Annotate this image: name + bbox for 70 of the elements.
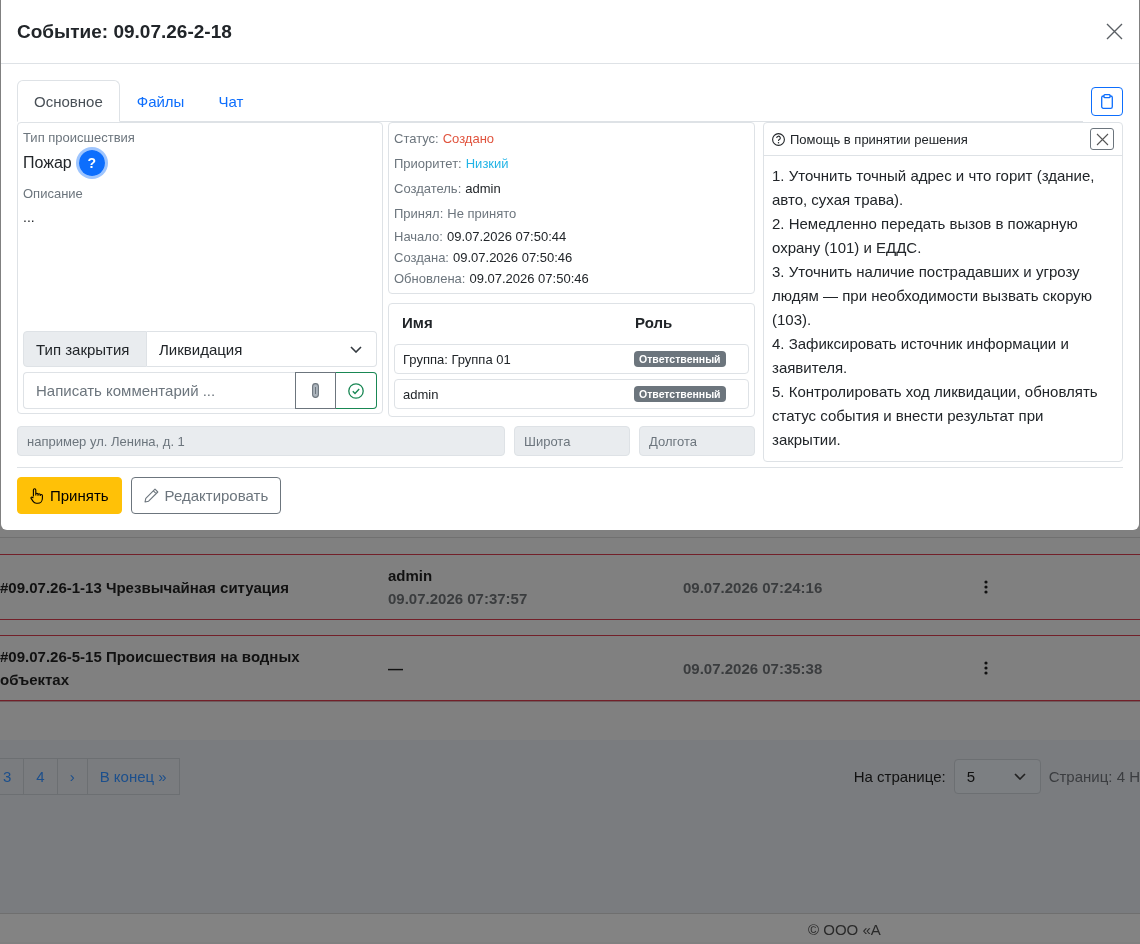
- field-label: Приоритет:: [394, 155, 462, 173]
- pencil-icon: [143, 488, 159, 503]
- more-options-icon[interactable]: [984, 661, 988, 675]
- field-value: Не принято: [447, 205, 517, 223]
- role-badge: Ответственный: [634, 351, 726, 367]
- clipboard-button[interactable]: [1091, 87, 1123, 116]
- field-value: 09.07.2026 07:50:46: [469, 270, 589, 288]
- closing-type-select[interactable]: Ликвидация: [147, 331, 377, 367]
- chevron-down-icon: [1013, 773, 1026, 780]
- submit-button[interactable]: [336, 372, 377, 409]
- close-icon: [1106, 23, 1123, 40]
- paperclip-icon: [312, 383, 319, 398]
- column-header: Имя: [402, 313, 434, 331]
- field-label: Создатель:: [394, 180, 462, 198]
- field-label: Принял:: [394, 205, 444, 223]
- close-icon: [1095, 132, 1109, 146]
- field-label: Создана:: [394, 249, 449, 267]
- event-time: 09.07.2026 07:24:16: [683, 578, 824, 596]
- tab[interactable]: Чат: [201, 80, 261, 122]
- accept-button[interactable]: Принять: [17, 477, 122, 514]
- modal-title: Событие: 09.07.26-2-18: [17, 20, 232, 43]
- accepted-by: admin: [388, 566, 434, 586]
- help-step: 3. Уточнить наличие пострадавших и угрозу людям — при необходимости вызвать скорую (103).: [772, 260, 1114, 332]
- column-header: Роль: [635, 313, 673, 331]
- help-button[interactable]: ?: [75, 147, 108, 179]
- field-label: Статус:: [394, 130, 439, 148]
- tab[interactable]: Файлы: [119, 80, 202, 122]
- close-button[interactable]: [1090, 128, 1114, 150]
- per-page-select[interactable]: 5: [953, 759, 1041, 794]
- closing-type-label: Тип закрытия: [23, 331, 147, 367]
- description-text: ...: [23, 208, 36, 227]
- event-title: #09.07.26-5-15 Происшествия на водных объектах: [0, 647, 301, 690]
- attach-button[interactable]: [295, 372, 336, 409]
- event-row[interactable]: #09.07.26-1-13 Чрезвычайная ситуация admin 09.07.2026 07:37:57 09.07.2026 07:24:16: [0, 554, 1140, 620]
- event-title: #09.07.26-1-13 Чрезвычайная ситуация: [0, 577, 290, 598]
- field-label: Тип происшествия: [23, 129, 136, 147]
- field-value: Создано: [442, 130, 495, 148]
- help-step: 1. Уточнить точный адрес и что горит (здание, авто, сухая трава).: [772, 164, 1114, 212]
- field-value: 09.07.2026 07:50:44: [446, 228, 567, 246]
- per-page-label: На странице:: [853, 768, 946, 785]
- incident-type: Пожар: [23, 154, 72, 172]
- edit-button[interactable]: Редактировать: [130, 477, 282, 514]
- close-button[interactable]: [1106, 23, 1123, 40]
- event-time: 09.07.2026 07:35:38: [683, 659, 824, 677]
- field-label: Описание: [23, 185, 84, 203]
- field-value: 09.07.2026 07:50:46: [453, 249, 573, 267]
- accepted-time: 09.07.2026 07:37:57: [388, 589, 529, 609]
- field-label: Обновлена:: [394, 270, 466, 288]
- member-name: admin: [403, 386, 440, 402]
- chevron-down-icon: [350, 345, 362, 353]
- field-value: admin: [465, 180, 501, 198]
- help-title: Помощь в принятии решения: [790, 131, 969, 147]
- check-circle-icon: [348, 382, 364, 399]
- pages-info: Страниц: 4 Н: [1048, 768, 1140, 785]
- more-options-icon[interactable]: [984, 580, 988, 594]
- member-name: Группа: Группа 01: [403, 351, 512, 367]
- footer-text: © ООО «А: [808, 921, 881, 939]
- comment-input[interactable]: Написать комментарий ...: [23, 372, 295, 409]
- help-step: 2. Немедленно передать вызов в пожарную охрану (101) и ЕДДС.: [772, 212, 1114, 260]
- accepted-by: —: [388, 658, 404, 679]
- event-row[interactable]: #09.07.26-5-15 Происшествия на водных объектах — 09.07.2026 07:35:38: [0, 635, 1140, 701]
- help-step: 4. Зафиксировать источник информации и заявителя.: [772, 332, 1114, 380]
- field-label: Начало:: [394, 228, 443, 246]
- tab[interactable]: Основное: [17, 80, 120, 122]
- clipboard-icon: [1101, 94, 1113, 109]
- help-icon: [772, 132, 785, 146]
- field-value: Низкий: [465, 155, 509, 173]
- role-badge: Ответственный: [634, 386, 726, 402]
- hand-icon: [30, 487, 44, 504]
- help-step: 5. Контролировать ход ликвидации, обновлять статус события и внести результат при закрытии.: [772, 380, 1114, 452]
